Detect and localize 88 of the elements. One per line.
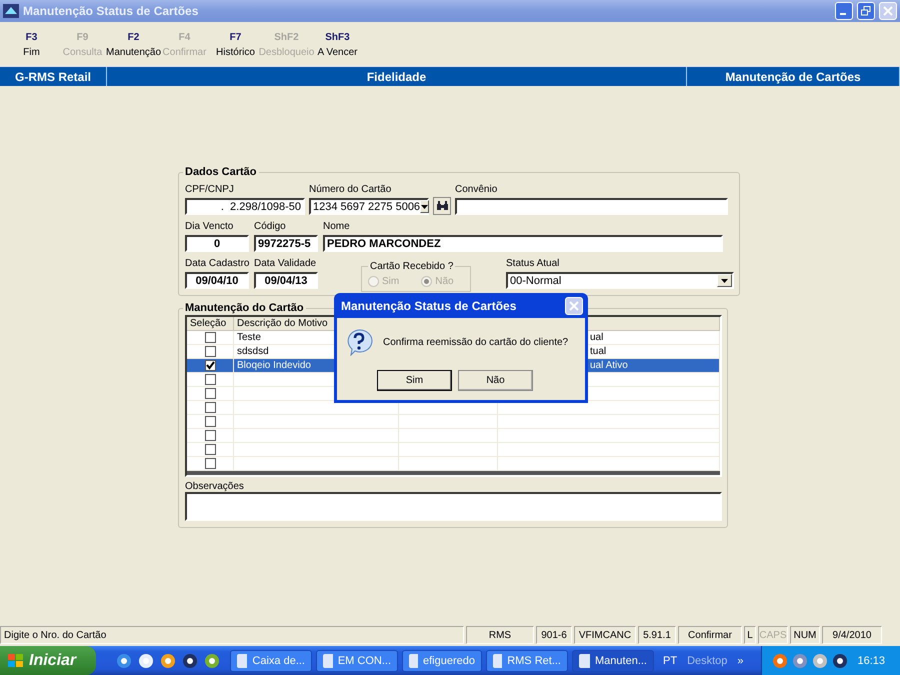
table-cell: tual (590, 346, 606, 357)
group-title: Cartão Recebido ? (369, 261, 454, 272)
checkbox[interactable] (204, 388, 216, 399)
taskbar-button[interactable]: Manuten... (572, 650, 654, 672)
dropdown[interactable]: 1234 5697 2275 5006 (309, 198, 429, 215)
toolbar-button[interactable]: F7 Histórico (210, 32, 261, 66)
checkbox[interactable] (204, 458, 216, 469)
text-field[interactable]: 09/04/13 (254, 272, 318, 289)
text-field[interactable]: PEDRO MARCONDEZ (323, 235, 723, 252)
status-field: 5.91.1 (638, 626, 676, 644)
restore-icon (861, 6, 871, 16)
group-title: Manutenção do Cartão (184, 302, 305, 314)
windows-logo-icon (8, 654, 24, 668)
field-label: Status Atual (506, 258, 560, 269)
status-field: VFIMCANC (574, 626, 636, 644)
field-label: Número do Cartão (309, 184, 392, 195)
question-icon (345, 328, 373, 356)
taskbar-button[interactable]: RMS Ret... (486, 650, 568, 672)
text-field[interactable]: 09/04/10 (185, 272, 249, 289)
table-cell: ual (590, 332, 604, 343)
close-icon (883, 6, 893, 16)
text-field[interactable]: 0 (185, 235, 249, 252)
field-label: Observações (185, 481, 244, 492)
field-label: Convênio (455, 184, 498, 195)
field-label: Código (254, 221, 287, 232)
window-icon (237, 654, 248, 668)
dropdown[interactable]: 00-Normal (506, 272, 734, 289)
window-icon (323, 654, 333, 668)
checkbox[interactable] (204, 374, 216, 385)
restore-button[interactable] (857, 2, 875, 20)
caret-icon (421, 204, 428, 208)
table-cell: Bloqeio Indevido (237, 360, 311, 371)
search-button[interactable] (433, 197, 451, 215)
field-label: Data Cadastro (185, 258, 249, 269)
binoculars-icon (436, 201, 448, 211)
more-button[interactable]: » (732, 654, 749, 666)
checkbox[interactable] (204, 360, 216, 371)
field-label: Data Validade (254, 258, 318, 269)
text-field[interactable]: . 2.298/1098-50 (185, 198, 305, 215)
status-field: NUM (790, 626, 820, 644)
field-label: Nome (323, 221, 351, 232)
taskbar-button[interactable]: efigueredo (402, 650, 482, 672)
taskbar-button[interactable]: EM CON... (316, 650, 398, 672)
checkbox[interactable] (204, 416, 216, 427)
table-cell: ual Ativo (590, 360, 628, 371)
checkbox[interactable] (204, 430, 216, 441)
checkbox[interactable] (204, 332, 216, 343)
checkbox[interactable] (204, 346, 216, 357)
module-name: Fidelidade (366, 70, 426, 84)
language-indicator[interactable]: PT (658, 654, 682, 666)
toolbar-button[interactable]: F3 Fim (6, 32, 57, 66)
start-button[interactable]: Iniciar (0, 646, 96, 675)
field-label: Dia Vencto (185, 221, 234, 232)
dialog-button[interactable]: Não (458, 370, 533, 391)
clock: 16:13 (856, 654, 886, 666)
minimize-button[interactable] (835, 2, 853, 20)
status-field: L (744, 626, 756, 644)
dialog-button[interactable]: Sim (377, 370, 452, 391)
dialog-message: Confirma reemissão do cartão do cliente? (383, 336, 568, 348)
table-cell: sdsdsd (237, 346, 269, 357)
window-icon (409, 654, 418, 668)
notes-field[interactable] (185, 492, 722, 521)
field-label: CPF/CNPJ (185, 184, 235, 195)
dialog-title: Manutenção Status de Cartões (341, 298, 516, 312)
system-name: G-RMS Retail (14, 70, 91, 84)
status-field: CAPS (758, 626, 788, 644)
status-field: 901-6 (536, 626, 572, 644)
screen-name: Manutenção de Cartões (725, 70, 861, 84)
caret-icon (721, 278, 728, 282)
status-field: 9/4/2010 (822, 626, 882, 644)
window-title: Manutenção Status de Cartões (23, 4, 200, 18)
column-header: Seleção (187, 317, 234, 331)
window-icon (579, 654, 590, 668)
checkbox[interactable] (204, 444, 216, 455)
status-field: Confirmar (678, 626, 742, 644)
check-mark-icon (206, 361, 214, 370)
group-title: Dados Cartão (184, 166, 258, 178)
text-field[interactable]: 9972275-5 (254, 235, 318, 252)
window-icon (493, 654, 502, 668)
status-field: RMS (466, 626, 534, 644)
checkbox[interactable] (204, 402, 216, 413)
status-field: Digite o Nro. do Cartão (0, 626, 464, 644)
table-cell: Teste (237, 332, 261, 343)
text-field[interactable] (455, 198, 728, 215)
taskbar-button[interactable]: Caixa de... (230, 650, 312, 672)
close-icon (569, 300, 579, 310)
toolbar-button[interactable]: F2 Manutenção (108, 32, 159, 66)
close-button[interactable] (565, 296, 583, 314)
